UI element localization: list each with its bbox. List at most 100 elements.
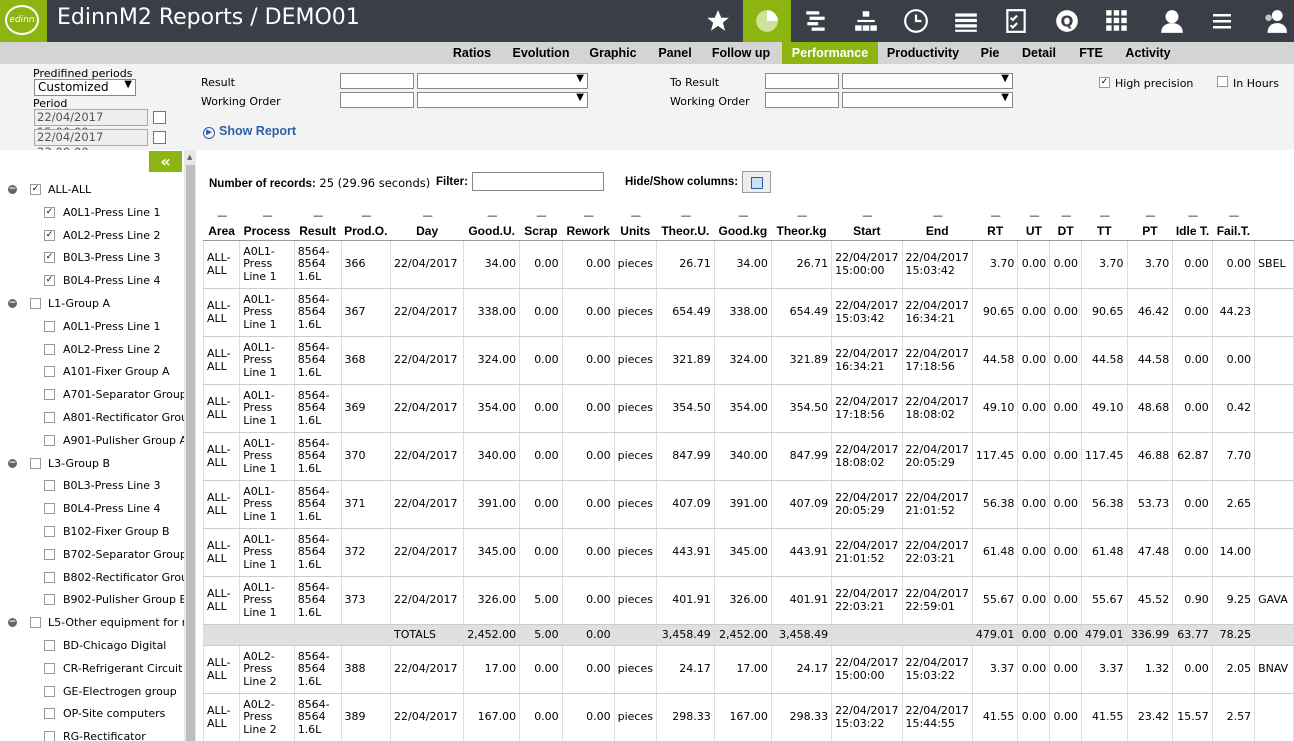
collapse-node-icon[interactable]: − xyxy=(8,185,17,194)
tree-item-label[interactable]: OP-Site computers xyxy=(63,707,165,720)
pie-chart-icon[interactable] xyxy=(743,0,791,42)
to-result-select[interactable]: ▼ xyxy=(842,73,1013,89)
user-support-icon[interactable] xyxy=(1148,0,1196,42)
to-working-order-input[interactable] xyxy=(765,92,839,108)
menu-productivity[interactable]: Productivity xyxy=(883,42,963,64)
hide-show-columns-button[interactable] xyxy=(742,171,771,193)
column-drag-handle-icon[interactable]: ▪▪▪▪▪▪▪▪ xyxy=(658,214,712,220)
column-header[interactable]: ▪▪▪▪▪▪▪▪ Area xyxy=(203,200,240,241)
tree-checkbox[interactable] xyxy=(44,389,55,401)
column-header[interactable]: ▪▪▪▪▪▪▪▪ UT xyxy=(1017,200,1050,241)
table-row[interactable]: ALL- ALL A0L1- Press Line 1 8564- 8564 1.6… xyxy=(202,480,1294,529)
column-drag-handle-icon[interactable]: ▪▪▪▪▪▪▪▪ xyxy=(1175,214,1210,220)
calendar-icon[interactable] xyxy=(153,111,166,124)
tree-checkbox[interactable] xyxy=(44,412,55,423)
tree-item-label[interactable]: A701-Separator Group A xyxy=(63,388,184,401)
show-report-button[interactable]: ▶ Show Report xyxy=(203,124,296,139)
menu-ratios[interactable]: Ratios xyxy=(448,42,496,64)
table-row[interactable]: ALL- ALL A0L1- Press Line 1 8564- 8564 1.6… xyxy=(202,240,1294,289)
collapse-node-icon[interactable]: − xyxy=(8,618,17,628)
predefined-periods-select[interactable]: Customized ▼ xyxy=(34,79,136,96)
menu-fte[interactable]: FTE xyxy=(1074,42,1108,64)
tree-checkbox[interactable] xyxy=(44,526,55,537)
tree-item-label[interactable]: B702-Separator Group B xyxy=(63,548,184,561)
tree-checkbox[interactable] xyxy=(44,571,55,583)
column-drag-handle-icon[interactable]: ▪▪▪▪▪▪▪▪ xyxy=(616,214,654,220)
to-result-input[interactable] xyxy=(765,73,839,89)
collapse-node-icon[interactable]: − xyxy=(8,299,17,308)
working-order-select[interactable]: ▼ xyxy=(417,92,588,108)
column-drag-handle-icon[interactable]: ▪▪▪▪▪▪▪▪ xyxy=(393,214,462,220)
tree-checkbox[interactable] xyxy=(44,708,55,720)
grid-icon[interactable] xyxy=(1093,0,1141,42)
tree-item-label[interactable]: B0L4-Press Line 4 xyxy=(63,274,161,287)
column-drag-handle-icon[interactable]: ▪▪▪▪▪▪▪▪ xyxy=(974,214,1016,220)
column-header[interactable]: ▪▪▪▪▪▪▪▪ Result xyxy=(294,200,342,241)
column-drag-handle-icon[interactable]: ▪▪▪▪▪▪▪▪ xyxy=(1052,214,1080,220)
menu-performance[interactable]: Performance xyxy=(782,42,878,64)
tree-item-label[interactable]: BD-Chicago Digital xyxy=(63,639,166,652)
menu-follow-up[interactable]: Follow up xyxy=(709,42,773,64)
column-drag-handle-icon[interactable]: ▪▪▪▪▪▪▪▪ xyxy=(242,214,292,220)
result-input[interactable] xyxy=(340,73,414,89)
column-header[interactable]: ▪▪▪▪▪▪▪▪ Prod.O. xyxy=(341,200,391,241)
tree-checkbox[interactable] xyxy=(44,503,55,515)
column-drag-handle-icon[interactable]: ▪▪▪▪▪▪▪▪ xyxy=(564,214,612,220)
table-row[interactable]: ALL- ALL A0L1- Press Line 1 8564- 8564 1.6… xyxy=(202,576,1294,625)
sidebar-scroll-thumb[interactable] xyxy=(186,165,195,741)
tree-item-label[interactable]: A101-Fixer Group A xyxy=(63,365,170,378)
column-drag-handle-icon[interactable]: ▪▪▪▪▪▪▪▪ xyxy=(296,214,339,220)
users-icon[interactable] xyxy=(1250,0,1294,42)
totals-row[interactable]: TOTALS 2,452.00 5.00 0.00 3,458.49 2,452.00 3,… xyxy=(202,624,1294,646)
tree-item-label[interactable]: B802-Rectificator Group xyxy=(63,571,184,584)
tree-item-label[interactable]: A0L1-Press Line 1 xyxy=(63,320,161,333)
column-drag-handle-icon[interactable]: ▪▪▪▪▪▪▪▪ xyxy=(1129,214,1171,220)
column-header[interactable]: ▪▪▪▪▪▪▪▪ DT xyxy=(1049,200,1082,241)
column-header[interactable]: ▪▪▪▪▪▪▪▪ Fail.T. xyxy=(1212,200,1255,241)
in-hours-checkbox[interactable] xyxy=(1217,76,1228,87)
column-header[interactable]: ▪▪▪▪▪▪▪▪ PT xyxy=(1127,200,1173,241)
tree-checkbox[interactable]: ✓ xyxy=(44,275,55,287)
column-drag-handle-icon[interactable]: ▪▪▪▪▪▪▪▪ xyxy=(206,214,238,220)
tree-checkbox[interactable] xyxy=(44,434,55,446)
tree-checkbox[interactable]: ✓ xyxy=(44,252,55,264)
gantt-icon[interactable] xyxy=(792,0,840,42)
hierarchy-icon[interactable] xyxy=(842,0,890,42)
collapse-sidebar-button[interactable]: « xyxy=(149,151,182,172)
column-header[interactable]: ▪▪▪▪▪▪▪▪ Rework xyxy=(562,200,615,241)
column-drag-handle-icon[interactable]: ▪▪▪▪▪▪▪▪ xyxy=(716,214,769,220)
menu-icon[interactable] xyxy=(1198,0,1246,42)
column-header[interactable]: ▪▪▪▪▪▪▪▪ Scrap xyxy=(519,200,563,241)
column-drag-handle-icon[interactable]: ▪▪▪▪▪▪▪▪ xyxy=(466,214,518,220)
tree-checkbox[interactable]: ✓ xyxy=(30,184,41,195)
menu-panel[interactable]: Panel xyxy=(652,42,698,64)
tree-checkbox[interactable] xyxy=(44,685,55,697)
tree-item-label[interactable]: B102-Fixer Group B xyxy=(63,525,170,538)
tree-checkbox[interactable] xyxy=(30,457,41,469)
tree-checkbox[interactable] xyxy=(44,640,55,651)
table-row[interactable]: ALL- ALL A0L1- Press Line 1 8564- 8564 1.6… xyxy=(202,384,1294,433)
column-drag-handle-icon[interactable]: ▪▪▪▪▪▪▪▪ xyxy=(834,214,900,220)
column-drag-handle-icon[interactable]: ▪▪▪▪▪▪▪▪ xyxy=(1084,214,1126,220)
result-select[interactable]: ▼ xyxy=(417,73,588,89)
column-header[interactable]: ▪▪▪▪▪▪▪▪ Process xyxy=(239,200,295,241)
q-icon[interactable]: Q xyxy=(1043,0,1091,42)
column-header[interactable]: ▪▪▪▪▪▪▪▪ TT xyxy=(1081,200,1128,241)
tree-checkbox[interactable] xyxy=(44,366,55,378)
period-end-input[interactable]: 22/04/2017 23:00:00 xyxy=(34,129,148,159)
menu-activity[interactable]: Activity xyxy=(1120,42,1176,64)
menu-graphic[interactable]: Graphic xyxy=(585,42,641,64)
table-row[interactable]: ALL- ALL A0L1- Press Line 1 8564- 8564 1.6… xyxy=(202,288,1294,337)
column-header[interactable]: ▪▪▪▪▪▪▪▪ Good.kg xyxy=(714,200,772,241)
tree-checkbox[interactable] xyxy=(30,617,41,629)
tree-item-label[interactable]: L3-Group B xyxy=(48,457,110,470)
column-header[interactable]: ▪▪▪▪▪▪▪▪ RT xyxy=(972,200,1018,241)
column-drag-handle-icon[interactable]: ▪▪▪▪▪▪▪▪ xyxy=(343,214,389,220)
column-header[interactable]: ▪▪▪▪▪▪▪▪ Day xyxy=(390,200,464,241)
tree-item-label[interactable]: ALL-ALL xyxy=(48,183,91,196)
high-precision-checkbox[interactable]: ✓ xyxy=(1099,77,1110,88)
tree-checkbox[interactable] xyxy=(44,320,55,332)
column-drag-handle-icon[interactable]: ▪▪▪▪▪▪▪▪ xyxy=(773,214,829,220)
menu-evolution[interactable]: Evolution xyxy=(507,42,575,64)
stack-icon[interactable] xyxy=(942,0,990,42)
